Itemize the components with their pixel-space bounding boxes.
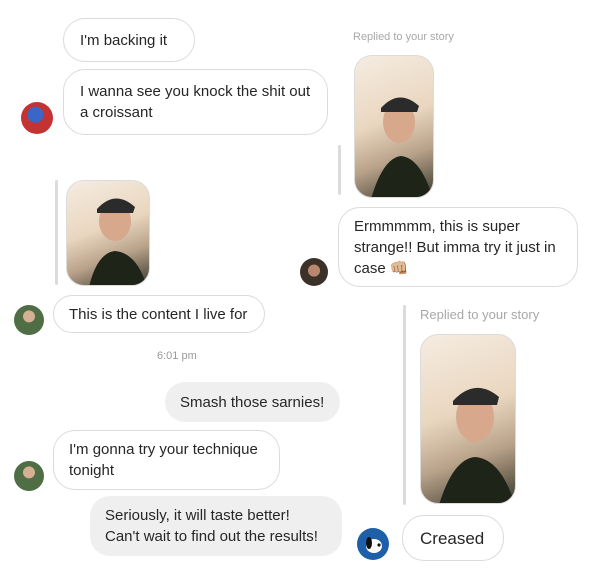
replied-label: Replied to your story — [420, 307, 540, 322]
message-text: Creased — [420, 528, 485, 548]
message-text: Seriously, it will taste better! Can't w… — [105, 507, 318, 545]
message-text: I wanna see you knock the shit out a cro… — [80, 83, 311, 121]
red-superhero-avatar[interactable] — [21, 102, 53, 134]
message-bubble-creased: Creased — [402, 515, 504, 561]
person-photo-icon — [439, 387, 515, 503]
message-bubble-croissant: I wanna see you knock the shit out a cro… — [63, 69, 328, 135]
reply-quote-line — [338, 145, 341, 195]
green-person-avatar[interactable] — [14, 461, 44, 491]
person-photo-icon — [371, 97, 433, 197]
story-thumbnail[interactable] — [66, 180, 150, 286]
message-text: Ermmmmm, this is super strange!! But imm… — [354, 217, 556, 277]
snoopy-icon — [366, 537, 382, 553]
message-bubble-backing-it: I'm backing it — [63, 18, 195, 62]
story-thumbnail[interactable] — [420, 334, 516, 504]
message-bubble-content: This is the content I live for — [53, 295, 265, 333]
message-text: This is the content I live for — [69, 305, 248, 323]
reply-quote-line — [403, 305, 406, 505]
man-avatar[interactable] — [300, 258, 328, 286]
message-text: I'm backing it — [80, 31, 168, 49]
sent-bubble-sarnies: Smash those sarnies! — [165, 382, 340, 422]
green-person-avatar[interactable] — [14, 305, 44, 335]
message-text: I'm gonna try your technique tonight — [69, 441, 258, 479]
person-photo-icon — [89, 198, 147, 285]
story-thumbnail[interactable] — [354, 55, 434, 198]
snoopy-avatar[interactable] — [357, 528, 389, 560]
message-bubble-ermmm: Ermmmmm, this is super strange!! But imm… — [338, 207, 578, 287]
timestamp: 6:01 pm — [157, 350, 197, 362]
message-text: Smash those sarnies! — [180, 393, 325, 411]
replied-label: Replied to your story — [353, 31, 454, 43]
sent-bubble-taste: Seriously, it will taste better! Can't w… — [90, 496, 342, 556]
message-bubble-technique: I'm gonna try your technique tonight — [53, 430, 280, 490]
reply-quote-line — [55, 180, 58, 285]
